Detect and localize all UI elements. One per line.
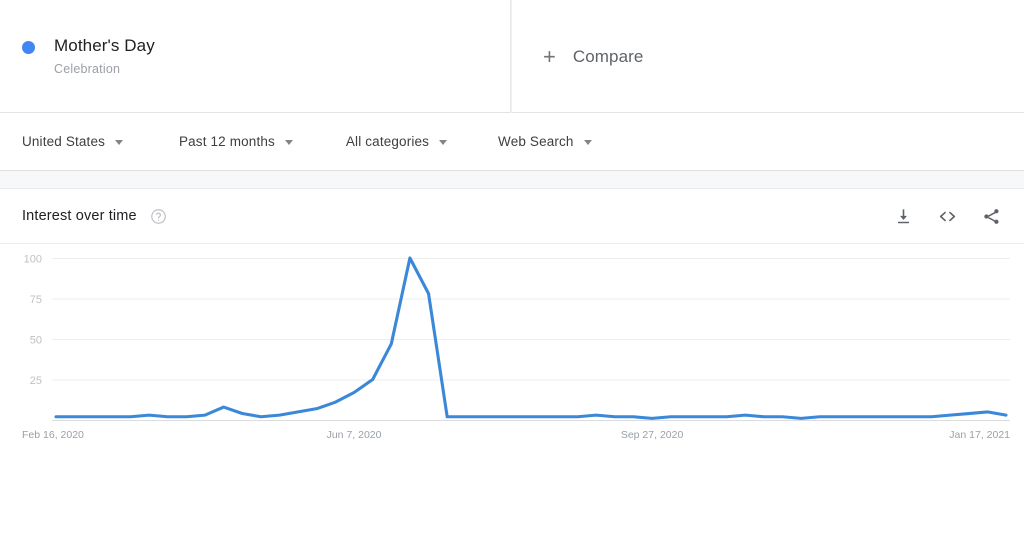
filter-search-type[interactable]: Web Search: [498, 134, 592, 149]
chevron-down-icon: [115, 140, 123, 145]
trends-page: Mother's Day Celebration + Compare Unite…: [0, 0, 1024, 541]
term-color-dot: [22, 41, 35, 54]
y-axis-tick-label: 75: [30, 294, 42, 306]
chart-area[interactable]: 25 50 75 100 Feb 16, 2020 Jun 7, 2020 Sep 27, …: [0, 244, 1024, 540]
chevron-down-icon: [583, 140, 592, 145]
interest-line-chart: 25 50 75 100 Feb 16, 2020 Jun 7, 2020 Sep 27, …: [22, 254, 1010, 442]
x-axis-tick-label: Jan 17, 2021: [949, 429, 1010, 441]
y-axis-tick-label: 50: [30, 335, 42, 347]
interest-over-time-card: Interest over time 25 50 75 100 Feb 16, …: [0, 189, 1024, 540]
help-circle-icon[interactable]: [150, 208, 167, 225]
filter-search-type-label: Web Search: [498, 134, 574, 149]
compare-button[interactable]: + Compare: [511, 0, 1024, 113]
term-title: Mother's Day: [54, 36, 155, 55]
plus-icon: +: [543, 43, 556, 69]
filters-bar: United States Past 12 months All categor…: [0, 113, 1024, 171]
search-term-card[interactable]: Mother's Day Celebration: [0, 0, 511, 113]
x-axis-tick-label: Sep 27, 2020: [621, 429, 684, 441]
share-icon[interactable]: [980, 205, 1002, 227]
trend-line: [54, 256, 1008, 420]
section-separator: [0, 171, 1024, 189]
chevron-down-icon: [439, 140, 448, 145]
y-axis-tick-label: 100: [24, 254, 42, 266]
card-title: Interest over time: [22, 208, 137, 224]
filter-time-range[interactable]: Past 12 months: [179, 134, 293, 149]
card-actions: [892, 205, 1002, 227]
embed-icon[interactable]: [936, 205, 958, 227]
x-axis-tick-label: Jun 7, 2020: [327, 429, 382, 441]
download-csv-icon[interactable]: [892, 205, 914, 227]
chevron-down-icon: [284, 140, 293, 145]
card-header: Interest over time: [0, 189, 1024, 244]
filter-location[interactable]: United States: [22, 134, 123, 149]
term-subtitle: Celebration: [54, 62, 121, 76]
filter-time-range-label: Past 12 months: [179, 134, 275, 149]
filter-category-label: All categories: [345, 134, 430, 149]
search-terms-row: Mother's Day Celebration + Compare: [0, 0, 1024, 113]
filter-category[interactable]: All categories: [345, 134, 448, 149]
y-axis-tick-label: 25: [30, 375, 42, 387]
compare-label: Compare: [572, 46, 644, 66]
x-axis-tick-label: Feb 16, 2020: [22, 429, 84, 441]
filter-location-label: United States: [22, 134, 105, 149]
